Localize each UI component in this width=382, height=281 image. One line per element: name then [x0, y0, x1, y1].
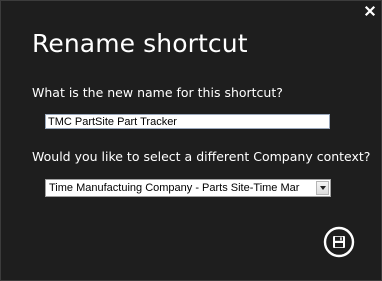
company-prompt: Would you like to select a different Com… [32, 149, 371, 164]
shortcut-name-input[interactable] [45, 114, 330, 129]
company-select-dropdown-button[interactable] [316, 181, 329, 195]
close-icon [364, 5, 376, 17]
name-prompt: What is the new name for this shortcut? [32, 85, 283, 100]
rename-shortcut-dialog: Rename shortcut What is the new name for… [0, 0, 382, 281]
company-select[interactable]: Time Manufactuing Company - Parts Site-T… [45, 179, 331, 197]
save-button[interactable] [323, 226, 355, 258]
save-icon [323, 226, 355, 258]
chevron-down-icon [320, 186, 326, 190]
company-select-value: Time Manufactuing Company - Parts Site-T… [49, 182, 300, 194]
close-button[interactable] [364, 5, 376, 17]
dialog-title: Rename shortcut [32, 29, 248, 58]
